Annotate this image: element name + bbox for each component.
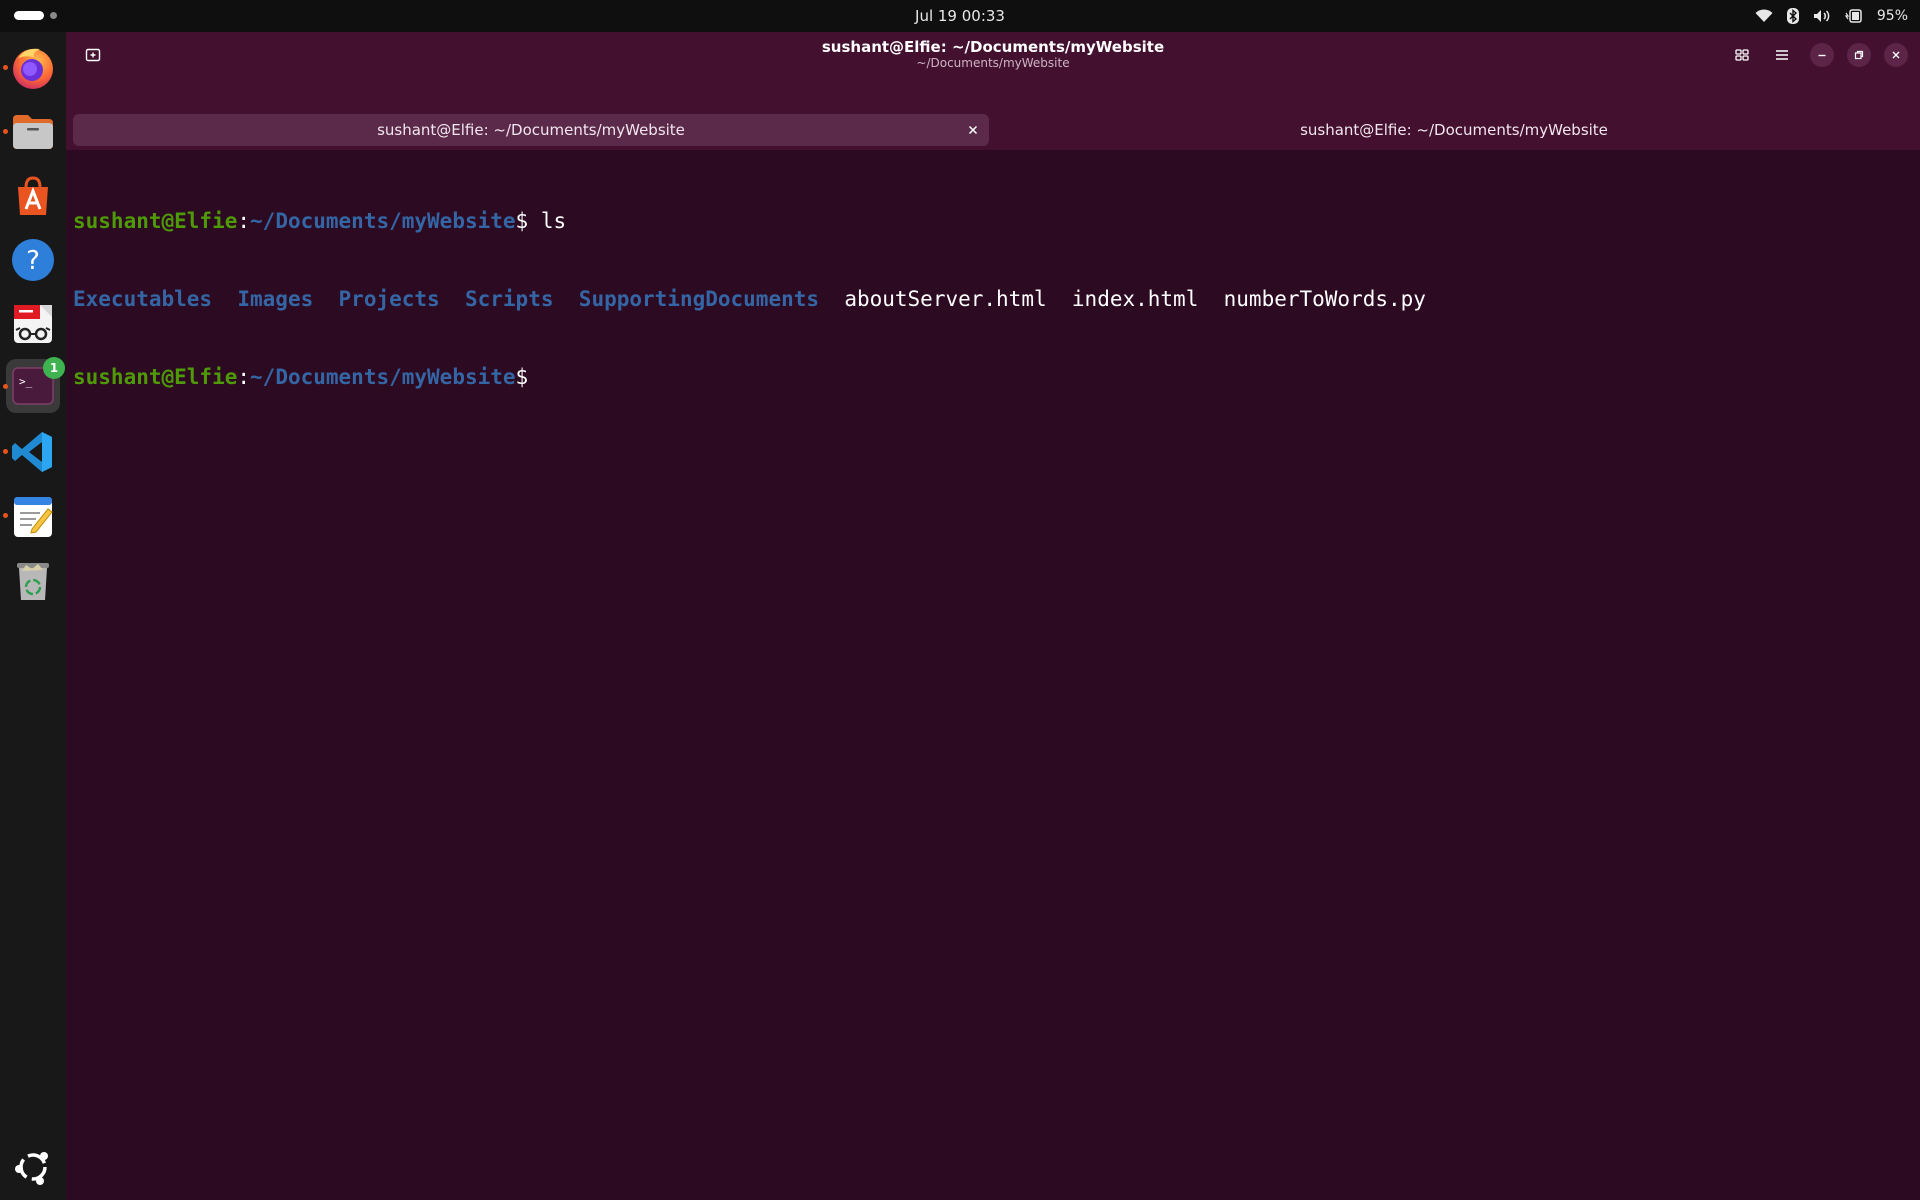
dock-item-help[interactable]: ? <box>6 233 60 287</box>
prompt-symbol: $ <box>515 365 529 389</box>
prompt-symbol: $ <box>515 209 529 233</box>
firefox-icon <box>13 48 53 89</box>
prompt-path: ~/Documents/myWebsite <box>250 365 516 389</box>
prompt-path: ~/Documents/myWebsite <box>250 209 516 233</box>
close-window-button[interactable] <box>1884 43 1908 67</box>
text-editor-icon <box>14 497 53 537</box>
document-viewer-icon <box>14 305 52 343</box>
tab-overview-button[interactable] <box>1730 43 1754 67</box>
window-headerbar: sushant@Elfie: ~/Documents/myWebsite ~/D… <box>66 32 1920 78</box>
clock[interactable]: Jul 19 00:33 <box>915 7 1005 25</box>
grid-icon <box>1735 49 1749 61</box>
workspace-pill-active <box>14 11 44 20</box>
help-icon: ? <box>12 239 54 281</box>
dock-item-terminal[interactable]: >_ 1 <box>3 357 65 413</box>
listing-dir: Images <box>237 287 314 311</box>
listing-file: index.html <box>1071 287 1199 311</box>
terminal-output[interactable]: sushant@Elfie:~/Documents/myWebsite$ ls … <box>73 156 1426 442</box>
prompt-separator: : <box>237 209 251 233</box>
tab-bar: sushant@Elfie: ~/Documents/myWebsite sus… <box>66 78 1920 150</box>
dock-item-document-viewer[interactable] <box>6 297 60 351</box>
running-indicator <box>3 449 8 454</box>
running-indicator <box>3 384 8 389</box>
listing-dir: SupportingDocuments <box>578 287 820 311</box>
listing-dir: Scripts <box>464 287 554 311</box>
dock-item-text-editor[interactable] <box>3 489 60 543</box>
listing-file: numberToWords.py <box>1223 287 1426 311</box>
dock-show-apps[interactable] <box>6 1140 60 1194</box>
running-indicator <box>3 65 8 70</box>
hamburger-menu-icon <box>1776 50 1788 60</box>
tab-terminal-1[interactable]: sushant@Elfie: ~/Documents/myWebsite <box>73 114 989 146</box>
window-title: sushant@Elfie: ~/Documents/myWebsite <box>821 38 1165 56</box>
restore-button[interactable] <box>1847 43 1871 67</box>
running-indicator <box>3 513 8 518</box>
battery-icon <box>1844 9 1863 23</box>
tab-label: sushant@Elfie: ~/Documents/myWebsite <box>1300 121 1608 139</box>
listing-file: aboutServer.html <box>844 287 1047 311</box>
app-center-icon <box>18 176 48 215</box>
listing-dir: Executables <box>73 287 213 311</box>
clock-container: Jul 19 00:33 <box>0 0 1920 32</box>
system-tray[interactable]: 95% <box>1755 0 1908 32</box>
terminal-line-command: sushant@Elfie:~/Documents/myWebsite$ ls <box>73 208 1426 234</box>
files-icon <box>13 115 53 149</box>
dock-item-firefox[interactable] <box>3 41 60 95</box>
vscode-icon <box>12 432 52 472</box>
dock-item-files[interactable] <box>3 105 60 159</box>
dock-item-app-center[interactable] <box>6 169 60 223</box>
battery-percentage: 95% <box>1876 8 1908 24</box>
minimize-button[interactable] <box>1810 43 1834 67</box>
close-icon <box>968 125 978 135</box>
dock-item-vscode[interactable] <box>3 425 60 479</box>
prompt-user: sushant@Elfie <box>73 209 238 233</box>
tab-terminal-2[interactable]: sushant@Elfie: ~/Documents/myWebsite <box>996 114 1912 146</box>
ubuntu-apps-icon <box>15 1152 48 1185</box>
system-top-bar: Jul 19 00:33 95% <box>0 0 1920 32</box>
close-icon <box>1892 51 1900 59</box>
listing-dir: Projects <box>338 287 440 311</box>
terminal-line-listing: Executables Images Projects Scripts Supp… <box>73 286 1426 312</box>
wifi-icon <box>1755 9 1773 23</box>
minimize-icon <box>1818 54 1826 57</box>
svg-text:?: ? <box>26 246 40 276</box>
dock: ? >_ 1 <box>0 32 66 1200</box>
command-text: ls <box>528 209 567 233</box>
bluetooth-icon <box>1786 8 1799 24</box>
tab-label: sushant@Elfie: ~/Documents/myWebsite <box>377 121 685 139</box>
workspace-dot <box>50 12 57 19</box>
main-menu-button[interactable] <box>1770 43 1794 67</box>
running-indicator <box>3 129 8 134</box>
activities-indicator[interactable] <box>14 11 57 20</box>
terminal-window: sushant@Elfie: ~/Documents/myWebsite ~/D… <box>66 32 1920 1200</box>
window-subtitle: ~/Documents/myWebsite <box>916 56 1070 70</box>
terminal-line-prompt: sushant@Elfie:~/Documents/myWebsite$ <box>73 364 1426 390</box>
svg-text:>_: >_ <box>19 375 33 388</box>
volume-icon <box>1813 9 1831 23</box>
prompt-user: sushant@Elfie <box>73 365 238 389</box>
prompt-separator: : <box>237 365 251 389</box>
trash-icon <box>17 563 49 600</box>
close-tab-button[interactable] <box>964 121 982 139</box>
notification-badge: 1 <box>43 357 65 379</box>
restore-icon <box>1854 50 1864 60</box>
dock-item-trash[interactable] <box>6 553 60 607</box>
